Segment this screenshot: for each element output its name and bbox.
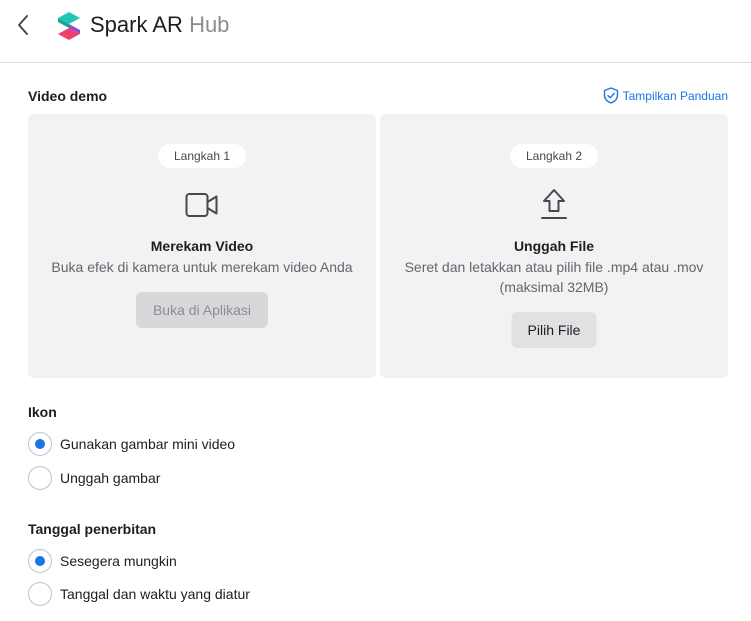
step-2-badge: Langkah 2 xyxy=(509,144,599,168)
step-1-badge: Langkah 1 xyxy=(157,144,247,168)
record-video-heading: Merekam Video xyxy=(150,238,254,254)
video-demo-title: Video demo xyxy=(28,88,108,104)
video-camera-icon xyxy=(184,187,220,223)
upload-file-description: Seret dan letakkan atau pilih file .mp4 … xyxy=(404,259,704,295)
radio-button[interactable] xyxy=(28,582,52,606)
radio-scheduled-date-time[interactable]: Tanggal dan waktu yang diatur xyxy=(28,582,250,606)
upload-file-panel: Langkah 2 Unggah File Seret dan letakkan… xyxy=(380,114,728,378)
radio-use-video-thumbnail[interactable]: Gunakan gambar mini video xyxy=(28,432,235,456)
brand-name: Spark AR Hub xyxy=(90,12,229,38)
radio-as-soon-as-possible[interactable]: Sesegera mungkin xyxy=(28,549,177,573)
publish-date-section-title: Tanggal penerbitan xyxy=(28,521,157,537)
upload-file-heading: Unggah File xyxy=(513,238,595,254)
icon-section-title: Ikon xyxy=(28,404,57,420)
choose-file-button[interactable]: Pilih File xyxy=(511,312,597,348)
brand-sub: Hub xyxy=(189,12,230,37)
show-guide-link[interactable]: Tampilkan Panduan xyxy=(603,87,728,104)
shield-check-icon xyxy=(603,87,618,104)
radio-label: Gunakan gambar mini video xyxy=(60,436,236,452)
radio-upload-image[interactable]: Unggah gambar xyxy=(28,466,160,490)
record-video-panel: Langkah 1 Merekam Video Buka efek di kam… xyxy=(28,114,376,378)
radio-button[interactable] xyxy=(28,549,52,573)
spark-ar-logo-icon xyxy=(56,10,82,42)
chevron-left-icon xyxy=(18,15,28,35)
radio-label: Tanggal dan waktu yang diatur xyxy=(60,586,250,602)
upload-icon xyxy=(536,187,572,223)
radio-label: Sesegera mungkin xyxy=(60,553,177,569)
radio-button[interactable] xyxy=(28,432,52,456)
record-video-description: Buka efek di kamera untuk merekam video … xyxy=(51,259,353,275)
brand-main: Spark AR xyxy=(90,12,183,37)
show-guide-label: Tampilkan Panduan xyxy=(622,88,728,103)
radio-label: Unggah gambar xyxy=(60,470,161,486)
open-in-app-button[interactable]: Buka di Aplikasi xyxy=(136,292,268,328)
radio-button[interactable] xyxy=(28,466,52,490)
app-header: Spark AR Hub xyxy=(0,0,751,63)
back-button[interactable] xyxy=(10,12,36,38)
